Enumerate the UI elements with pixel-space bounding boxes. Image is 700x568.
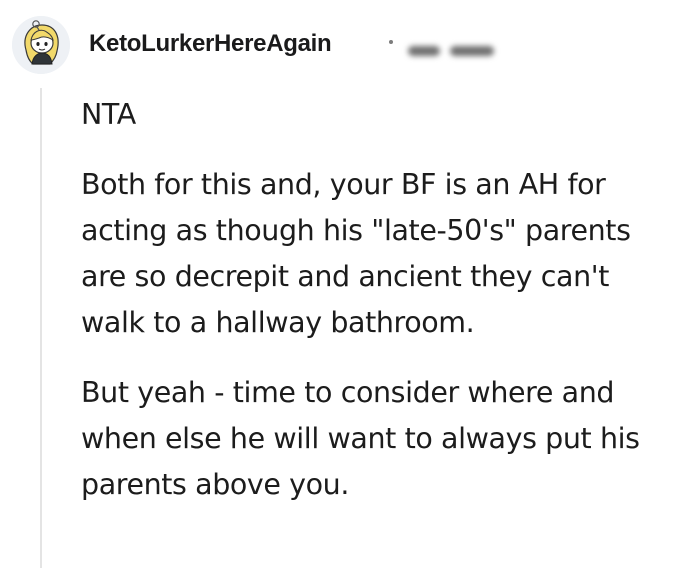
redacted-timestamp: [408, 46, 494, 56]
comment-paragraph: But yeah - time to consider where and wh…: [81, 370, 686, 508]
comment-line: acting as though his "late-50's" parents: [81, 214, 631, 247]
comment-author-username[interactable]: KetoLurkerHereAgain: [89, 30, 332, 58]
comment: KetoLurkerHereAgain NTA Both for this an…: [0, 0, 700, 568]
comment-paragraph: NTA: [81, 92, 686, 138]
user-avatar-icon[interactable]: [12, 16, 70, 74]
comment-line: parents above you.: [81, 468, 350, 501]
avatar-image: [12, 16, 70, 74]
comment-line: when else he will want to always put his: [81, 422, 640, 455]
comment-body: NTA Both for this and, your BF is an AH …: [81, 92, 686, 532]
comment-paragraph: Both for this and, your BF is an AH for …: [81, 162, 686, 346]
comment-line: Both for this and, your BF is an AH for: [81, 168, 606, 201]
redacted-segment: [408, 46, 440, 56]
comment-line: NTA: [81, 98, 136, 131]
comment-line: But yeah - time to consider where and: [81, 376, 615, 409]
thread-line[interactable]: [40, 88, 42, 568]
redacted-segment: [450, 46, 494, 56]
comment-line: are so decrepit and ancient they can't: [81, 260, 609, 293]
meta-separator-dot: [389, 40, 393, 44]
comment-line: walk to a hallway bathroom.: [81, 306, 475, 339]
